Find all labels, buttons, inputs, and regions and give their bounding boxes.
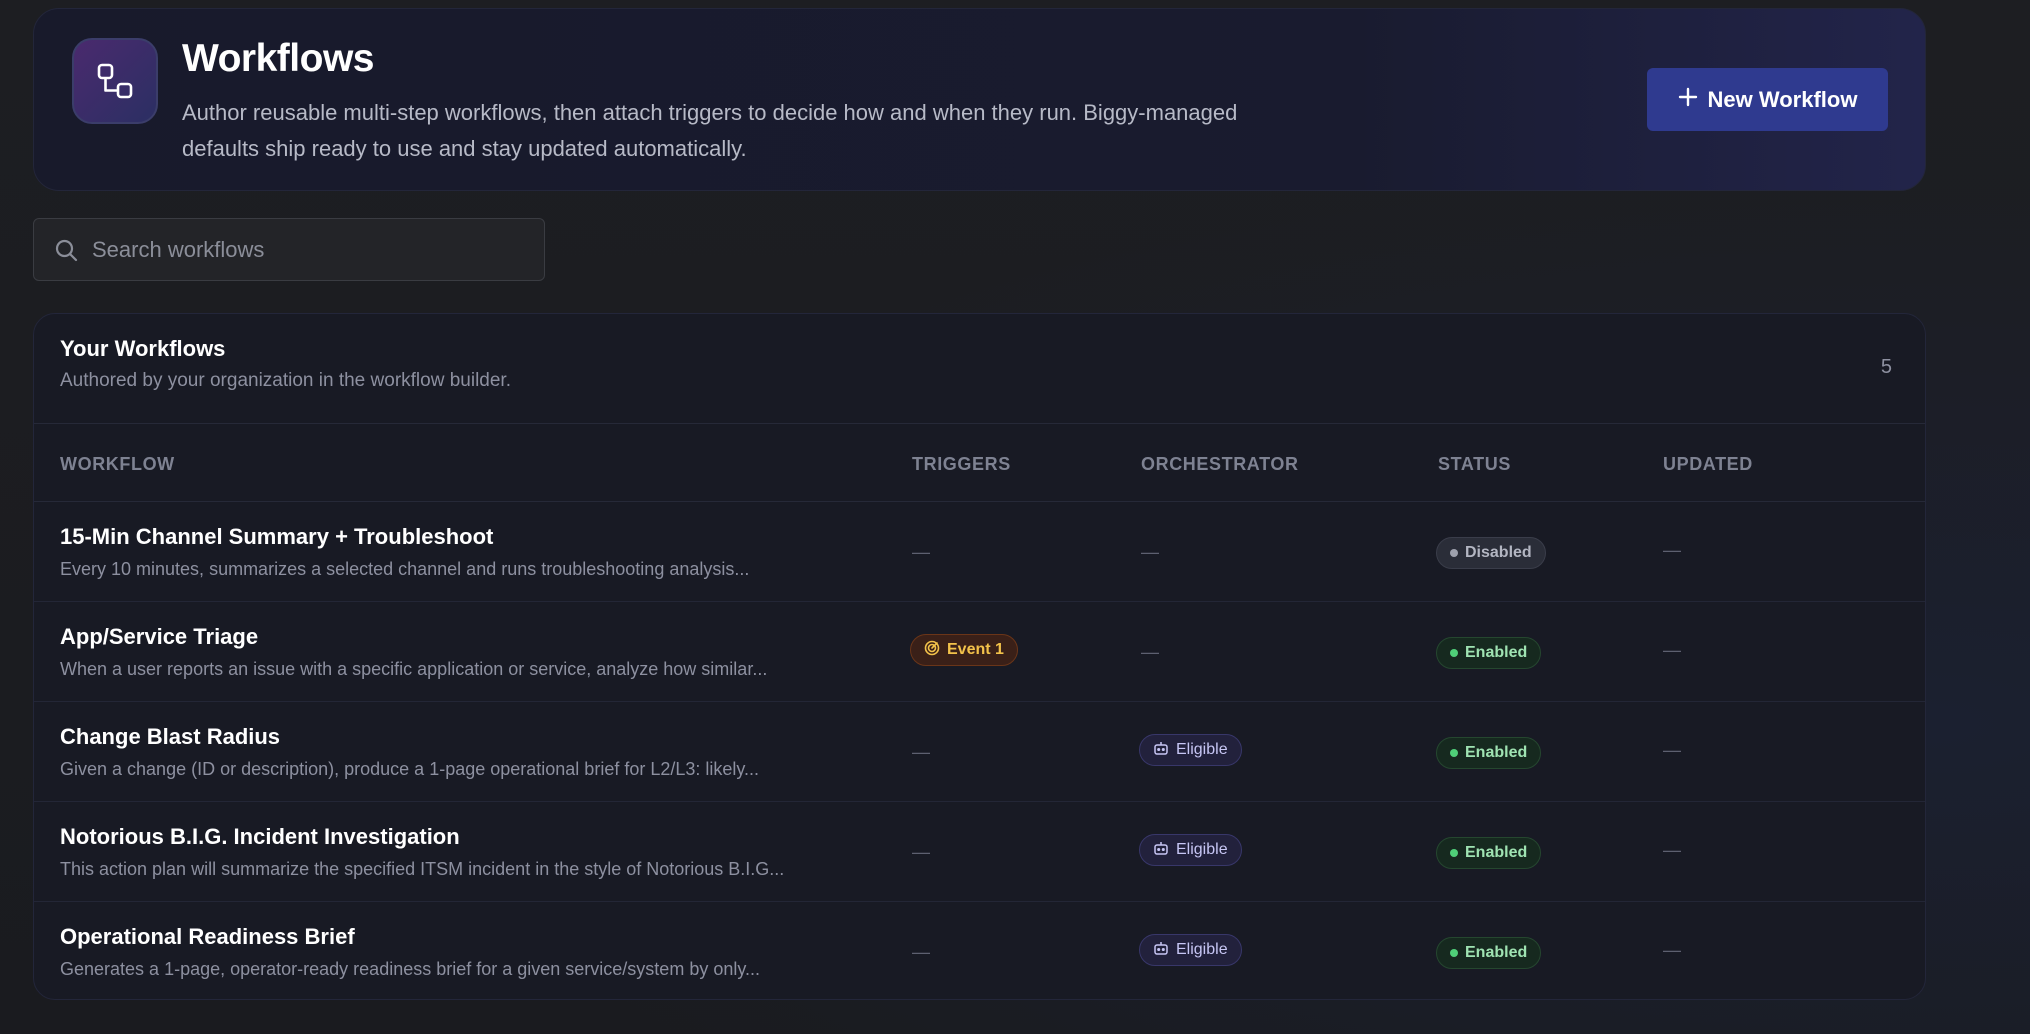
table-row[interactable]: 15-Min Channel Summary + Troubleshoot Ev…: [34, 502, 1925, 602]
radar-icon: [924, 640, 940, 661]
workflow-name[interactable]: Operational Readiness Brief: [60, 924, 355, 950]
plus-icon: [1678, 87, 1698, 113]
panel-header: Your Workflows Authored by your organiza…: [34, 314, 1925, 424]
column-status[interactable]: STATUS: [1438, 454, 1511, 475]
workflow-description: When a user reports an issue with a spec…: [60, 659, 768, 679]
workflow-icon: [72, 38, 158, 124]
status-badge: Enabled: [1436, 837, 1542, 869]
status-label: Enabled: [1465, 744, 1528, 761]
panel-subtitle: Authored by your organization in the wor…: [60, 370, 511, 391]
workflow-name[interactable]: 15-Min Channel Summary + Troubleshoot: [60, 524, 493, 550]
status-badge: Enabled: [1436, 937, 1542, 969]
status-label: Enabled: [1465, 644, 1528, 661]
table-row[interactable]: Operational Readiness Brief Generates a …: [34, 902, 1925, 999]
orchestrator-badge: Eligible: [1139, 734, 1242, 766]
status-badge: Enabled: [1436, 637, 1542, 669]
column-workflow[interactable]: WORKFLOW: [60, 454, 175, 475]
table-row[interactable]: Notorious B.I.G. Incident Investigation …: [34, 802, 1925, 902]
panel-title: Your Workflows: [60, 336, 226, 361]
workflow-name[interactable]: App/Service Triage: [60, 624, 258, 650]
workflow-name[interactable]: Change Blast Radius: [60, 724, 280, 750]
status-dot-icon: [1450, 849, 1458, 857]
updated-value: —: [1663, 540, 1681, 560]
robot-icon: [1153, 940, 1169, 961]
orchestrator-label: Eligible: [1176, 741, 1228, 758]
workflow-description: This action plan will summarize the spec…: [60, 859, 785, 879]
status-dot-icon: [1450, 749, 1458, 757]
triggers-value: —: [912, 842, 930, 862]
status-dot-icon: [1450, 649, 1458, 657]
status-dot-icon: [1450, 949, 1458, 957]
status-badge: Disabled: [1436, 537, 1546, 569]
status-label: Enabled: [1465, 844, 1528, 861]
status-label: Enabled: [1465, 944, 1528, 961]
updated-value: —: [1663, 740, 1681, 760]
workflow-description: Every 10 minutes, summarizes a selected …: [60, 559, 750, 579]
table-row[interactable]: App/Service Triage When a user reports a…: [34, 602, 1925, 702]
workflow-count: 5: [1880, 356, 1892, 378]
page-description: Author reusable multi-step workflows, th…: [182, 100, 1238, 161]
triggers-value: —: [912, 542, 930, 562]
workflow-description: Given a change (ID or description), prod…: [60, 759, 760, 779]
table-row[interactable]: Change Blast Radius Given a change (ID o…: [34, 702, 1925, 802]
orchestrator-badge: Eligible: [1139, 934, 1242, 966]
new-workflow-label: New Workflow: [1707, 86, 1858, 112]
orchestrator-value: —: [1141, 542, 1159, 562]
search-icon: [54, 238, 78, 267]
search-input[interactable]: [92, 219, 532, 280]
page-header: Workflows Author reusable multi-step wor…: [33, 8, 1926, 191]
workflow-description: Generates a 1-page, operator-ready readi…: [60, 959, 761, 979]
orchestrator-badge: Eligible: [1139, 834, 1242, 866]
column-triggers[interactable]: TRIGGERS: [912, 454, 1011, 475]
robot-icon: [1153, 740, 1169, 761]
orchestrator-label: Eligible: [1176, 841, 1228, 858]
trigger-badge[interactable]: Event 1: [910, 634, 1018, 666]
search-box[interactable]: [33, 218, 545, 281]
orchestrator-label: Eligible: [1176, 941, 1228, 958]
triggers-value: —: [912, 942, 930, 962]
updated-value: —: [1663, 640, 1681, 660]
robot-icon: [1153, 840, 1169, 861]
status-badge: Enabled: [1436, 737, 1542, 769]
trigger-label: Event 1: [947, 641, 1004, 658]
status-label: Disabled: [1465, 544, 1532, 561]
workflows-panel: Your Workflows Authored by your organiza…: [33, 313, 1926, 1000]
updated-value: —: [1663, 840, 1681, 860]
updated-value: —: [1663, 940, 1681, 960]
status-dot-icon: [1450, 549, 1458, 557]
workflow-name[interactable]: Notorious B.I.G. Incident Investigation: [60, 824, 460, 850]
column-orchestrator[interactable]: ORCHESTRATOR: [1141, 454, 1299, 475]
table-header: WORKFLOW TRIGGERS ORCHESTRATOR STATUS UP…: [34, 424, 1925, 502]
new-workflow-button[interactable]: New Workflow: [1647, 68, 1888, 131]
orchestrator-value: —: [1141, 642, 1159, 662]
triggers-value: —: [912, 742, 930, 762]
column-updated[interactable]: UPDATED: [1663, 454, 1753, 475]
page-title: Workflows: [182, 37, 374, 80]
